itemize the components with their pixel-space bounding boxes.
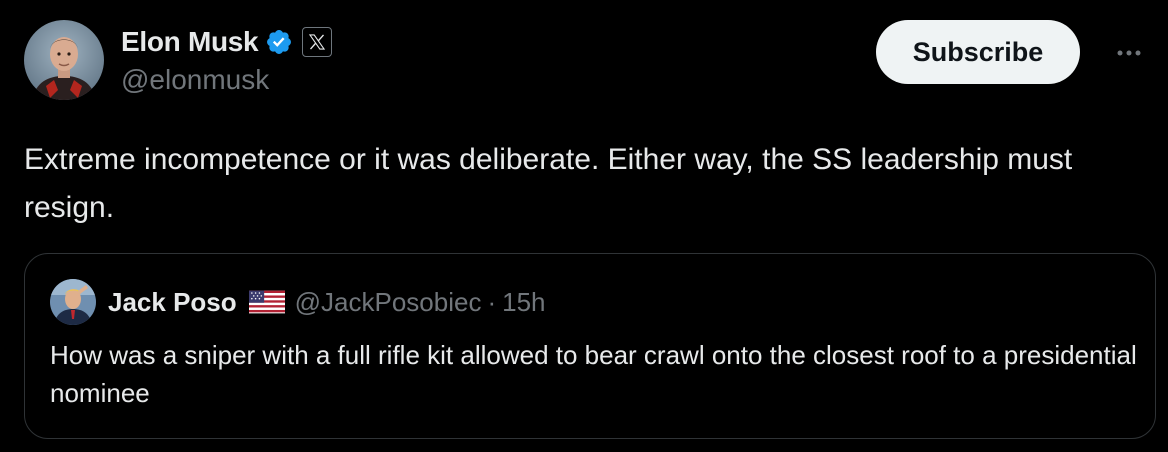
author-avatar[interactable] xyxy=(24,20,104,100)
author-display-name[interactable]: Elon Musk xyxy=(121,26,259,58)
x-affiliate-badge[interactable] xyxy=(302,27,333,57)
quoted-tweet-card[interactable]: Jack Poso @JackPosobiec · 15h How was a … xyxy=(24,253,1156,439)
quoted-tweet-time[interactable]: 15h xyxy=(502,287,545,318)
tweet-text: Extreme incompetence or it was deliberat… xyxy=(24,143,1073,224)
author-handle[interactable]: @elonmusk xyxy=(121,64,269,96)
subscribe-button[interactable]: Subscribe xyxy=(876,20,1080,84)
us-flag-icon xyxy=(248,290,285,314)
author-name-row: Elon Musk xyxy=(121,24,333,60)
quoted-tweet-header: Jack Poso @JackPosobiec · 15h xyxy=(50,278,546,326)
x-logo-icon xyxy=(309,34,326,50)
verified-badge-icon xyxy=(267,30,292,54)
more-icon[interactable] xyxy=(1114,38,1144,68)
quoted-author-avatar[interactable] xyxy=(50,279,96,325)
tweet-header: Elon Musk @elonmusk Subscribe xyxy=(24,20,1144,100)
quoted-author-name[interactable]: Jack Poso xyxy=(108,287,237,318)
quoted-tweet-text: How was a sniper with a full rifle kit a… xyxy=(50,340,1137,408)
separator-dot: · xyxy=(487,286,497,317)
quoted-author-handle[interactable]: @JackPosobiec xyxy=(295,287,482,318)
